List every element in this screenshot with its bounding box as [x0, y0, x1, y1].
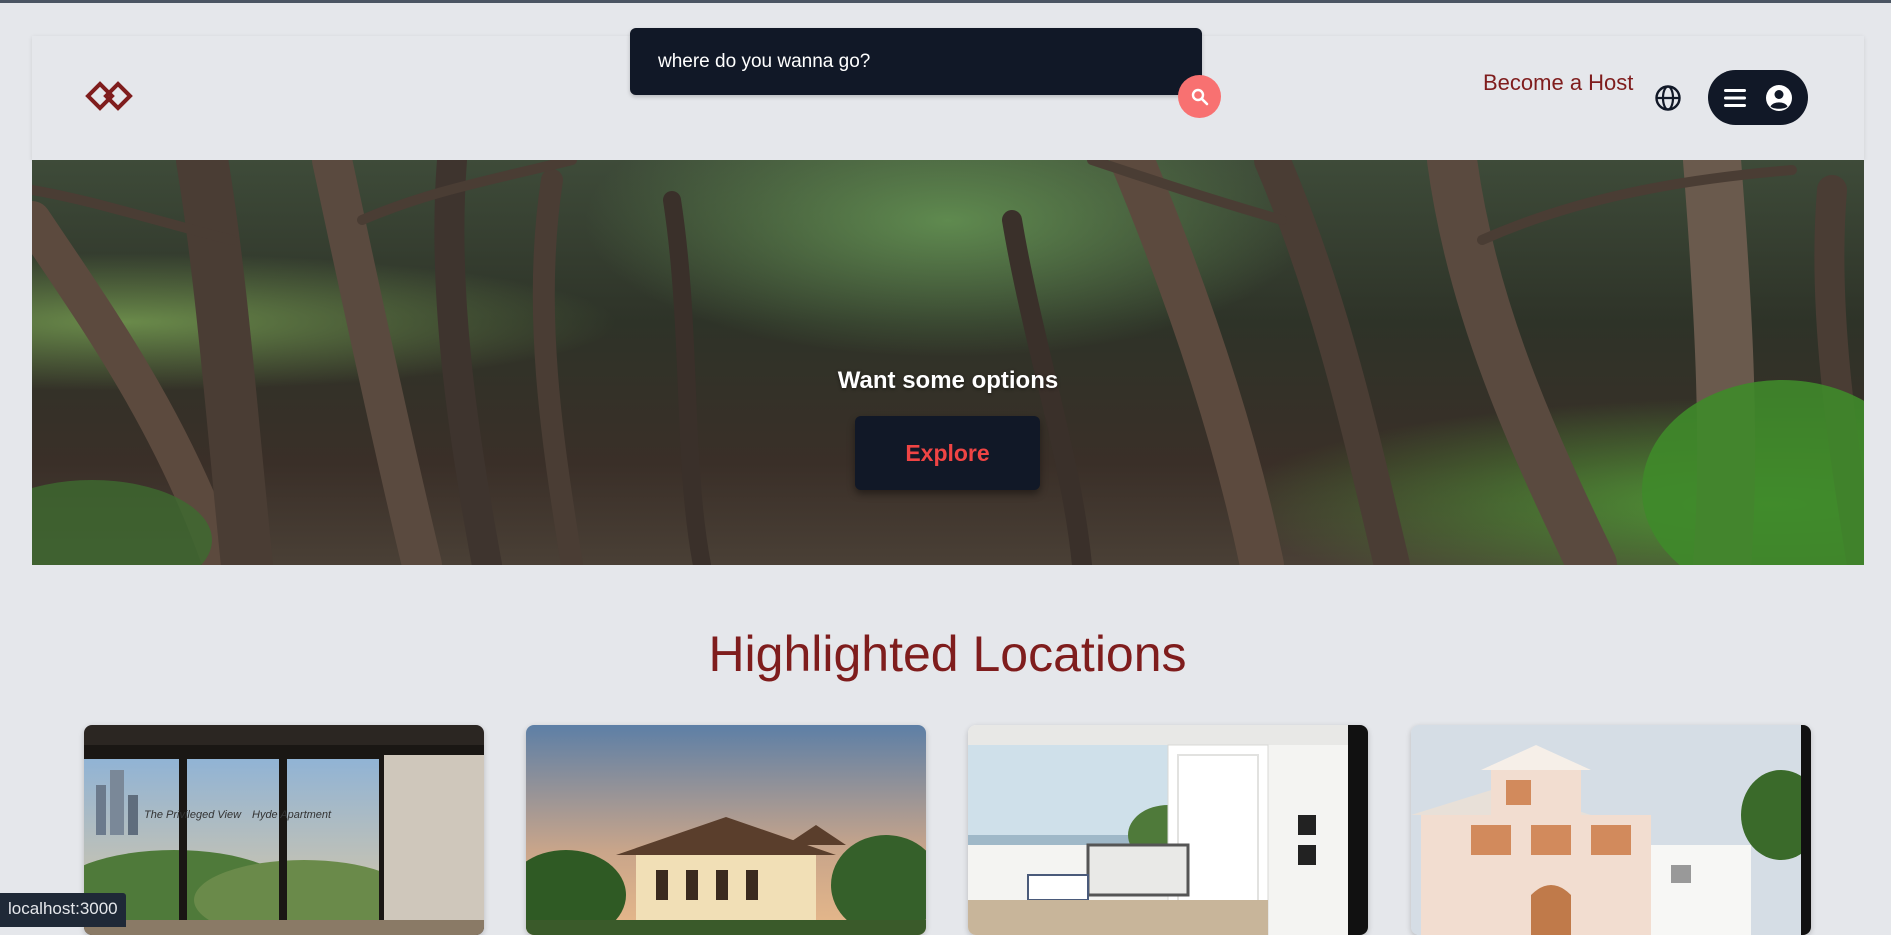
search-icon	[1191, 88, 1208, 105]
hamburger-icon	[1724, 88, 1746, 107]
globe-icon[interactable]	[1654, 84, 1682, 112]
highlighted-locations-title: Highlighted Locations	[708, 626, 1187, 682]
search-bar	[630, 28, 1202, 95]
user-circle-icon	[1766, 84, 1792, 111]
bedroom-balcony-image	[968, 725, 1368, 935]
search-input[interactable]	[658, 28, 1128, 95]
location-card[interactable]: The Privileged View Hyde Apartment	[84, 725, 484, 935]
become-host-link[interactable]: Become a Host	[1483, 70, 1633, 96]
apartment-interior-image: The Privileged View Hyde Apartment	[84, 725, 484, 935]
location-card[interactable]	[1411, 725, 1811, 935]
card-caption-left: The Privileged View	[144, 809, 242, 821]
user-menu-button[interactable]	[1708, 70, 1808, 125]
villa-exterior-image	[1411, 725, 1811, 935]
explore-button[interactable]: Explore	[855, 416, 1040, 490]
window-top-border	[0, 0, 1891, 3]
status-bar-url: localhost:3000	[0, 893, 126, 927]
resort-house-image	[526, 725, 926, 935]
hero-banner: Want some options Explore	[32, 160, 1864, 565]
location-card[interactable]	[526, 725, 926, 935]
search-button[interactable]	[1178, 75, 1221, 118]
card-caption-right: Hyde Apartment	[252, 809, 332, 821]
forest-background-image	[32, 160, 1864, 565]
logo-icon[interactable]	[84, 74, 140, 118]
hero-title: Want some options	[837, 367, 1059, 394]
location-card[interactable]	[968, 725, 1368, 935]
